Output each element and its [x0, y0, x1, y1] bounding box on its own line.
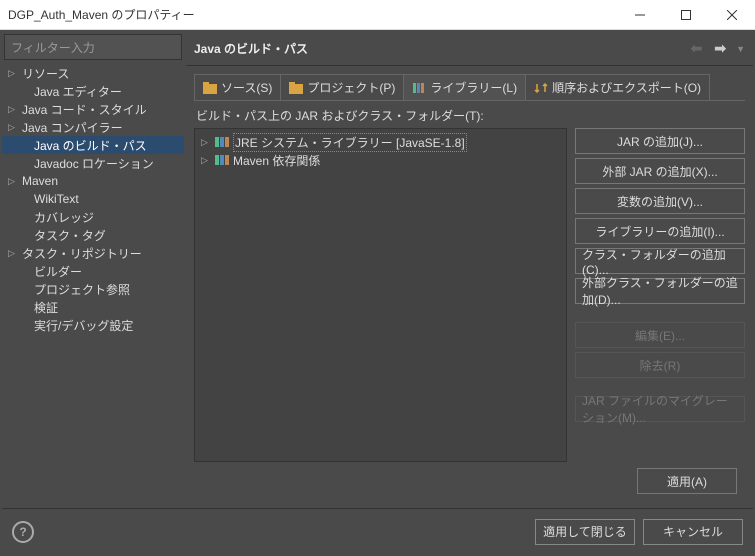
- add-library-button[interactable]: ライブラリーの追加(I)...: [575, 218, 745, 244]
- lib-description: ビルド・パス上の JAR およびクラス・フォルダー(T):: [194, 101, 745, 128]
- tree-item-wikitext[interactable]: ▷WikiText: [2, 190, 184, 208]
- add-class-folder-button[interactable]: クラス・フォルダーの追加(C)...: [575, 248, 745, 274]
- tree-item-javadoc[interactable]: ▷Javadoc ロケーション: [2, 154, 184, 172]
- filter-input[interactable]: フィルター入力: [4, 34, 182, 60]
- tree-item-resource[interactable]: ▷リソース: [2, 64, 184, 82]
- lib-item-maven[interactable]: ▷ Maven 依存関係: [199, 151, 562, 169]
- tree-item-validation[interactable]: ▷検証: [2, 298, 184, 316]
- close-button[interactable]: [709, 0, 755, 30]
- minimize-button[interactable]: [617, 0, 663, 30]
- tree-item-java-buildpath[interactable]: ▷Java のビルド・パス: [2, 136, 184, 154]
- add-variable-button[interactable]: 変数の追加(V)...: [575, 188, 745, 214]
- forward-arrow-icon[interactable]: ➡: [708, 40, 732, 57]
- project-folder-icon: [289, 81, 303, 95]
- tree-item-builder[interactable]: ▷ビルダー: [2, 262, 184, 280]
- order-icon: [534, 81, 548, 95]
- dialog-footer: ? 適用して閉じる キャンセル: [2, 508, 753, 554]
- edit-button: 編集(E)...: [575, 322, 745, 348]
- category-tree[interactable]: ▷リソース ▷Java エディター ▷Java コード・スタイル ▷Java コ…: [2, 62, 184, 508]
- library-tree[interactable]: ▷ JRE システム・ライブラリー [JavaSE-1.8] ▷ Maven 依…: [194, 128, 567, 462]
- library-item-icon: [215, 155, 229, 165]
- tab-projects[interactable]: プロジェクト(P): [280, 74, 404, 100]
- library-item-icon: [215, 137, 229, 147]
- tab-libraries[interactable]: ライブラリー(L): [403, 74, 526, 100]
- cancel-button[interactable]: キャンセル: [643, 519, 743, 545]
- back-arrow-icon[interactable]: ⬅: [685, 40, 709, 57]
- tree-item-coverage[interactable]: ▷カバレッジ: [2, 208, 184, 226]
- page-title: Java のビルド・パス: [194, 40, 308, 57]
- apply-close-button[interactable]: 適用して閉じる: [535, 519, 635, 545]
- add-jar-button[interactable]: JAR の追加(J)...: [575, 128, 745, 154]
- help-icon[interactable]: ?: [12, 521, 34, 543]
- tree-item-java-editor[interactable]: ▷Java エディター: [2, 82, 184, 100]
- titlebar: DGP_Auth_Maven のプロパティー: [0, 0, 755, 30]
- remove-button: 除去(R): [575, 352, 745, 378]
- tree-item-java-codestyle[interactable]: ▷Java コード・スタイル: [2, 100, 184, 118]
- tree-item-java-compiler[interactable]: ▷Java コンパイラー: [2, 118, 184, 136]
- view-menu-icon[interactable]: ▼: [732, 44, 745, 54]
- window-title: DGP_Auth_Maven のプロパティー: [8, 6, 617, 23]
- tree-item-maven[interactable]: ▷Maven: [2, 172, 184, 190]
- tree-item-rundebug[interactable]: ▷実行/デバッグ設定: [2, 316, 184, 334]
- source-folder-icon: [203, 81, 217, 95]
- sidebar: フィルター入力 ▷リソース ▷Java エディター ▷Java コード・スタイル…: [2, 32, 184, 508]
- add-external-jar-button[interactable]: 外部 JAR の追加(X)...: [575, 158, 745, 184]
- maximize-button[interactable]: [663, 0, 709, 30]
- tree-item-taskrepo[interactable]: ▷タスク・リポジトリー: [2, 244, 184, 262]
- tab-source[interactable]: ソース(S): [194, 74, 281, 100]
- add-external-class-folder-button[interactable]: 外部クラス・フォルダーの追加(D)...: [575, 278, 745, 304]
- tab-bar: ソース(S) プロジェクト(P) ライブラリー(L) 順序およびエクス: [194, 74, 745, 101]
- tree-item-projectref[interactable]: ▷プロジェクト参照: [2, 280, 184, 298]
- tree-item-tasktag[interactable]: ▷タスク・タグ: [2, 226, 184, 244]
- migrate-jar-button: JAR ファイルのマイグレーション(M)...: [575, 396, 745, 422]
- content-panel: Java のビルド・パス ⬅ ➡ ▼ ソース(S) プロジェクト(: [186, 32, 753, 508]
- apply-button[interactable]: 適用(A): [637, 468, 737, 494]
- library-icon: [412, 81, 426, 95]
- lib-item-jre[interactable]: ▷ JRE システム・ライブラリー [JavaSE-1.8]: [199, 133, 562, 151]
- tab-order[interactable]: 順序およびエクスポート(O): [525, 74, 710, 100]
